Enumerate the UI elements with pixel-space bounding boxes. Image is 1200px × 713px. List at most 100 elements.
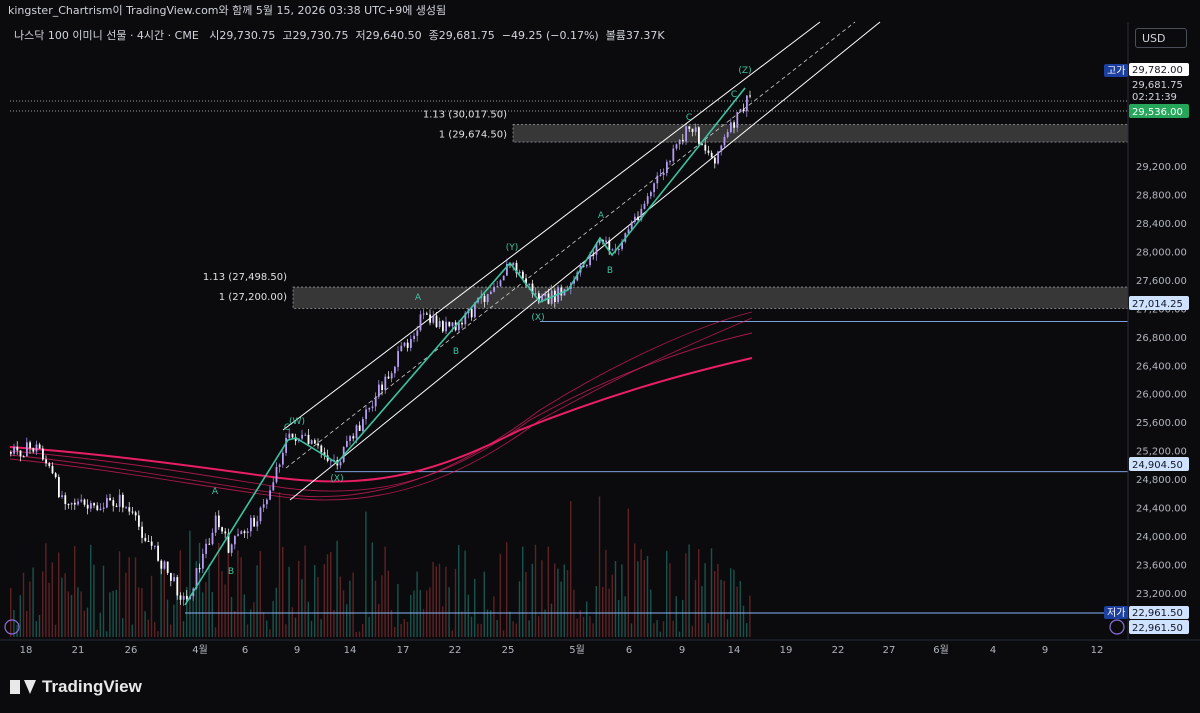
- candle-body: [147, 540, 150, 542]
- volume-bar: [742, 605, 745, 637]
- candle-body: [339, 462, 342, 466]
- candle-body: [179, 595, 182, 600]
- volume-bar: [707, 623, 709, 637]
- volume-bar: [86, 607, 89, 637]
- candle-body: [51, 465, 54, 474]
- volume-bar: [614, 561, 617, 637]
- volume-bar: [666, 550, 668, 637]
- volume-bar: [106, 631, 108, 637]
- volume-bar: [317, 577, 319, 637]
- volume-bar: [80, 591, 82, 637]
- volume-bar: [662, 621, 665, 637]
- candle-body: [653, 183, 655, 193]
- candle-body: [528, 283, 531, 286]
- volume-bar: [698, 549, 700, 637]
- candle-body: [726, 132, 729, 138]
- volume-bar: [29, 581, 31, 637]
- y-axis-tick-label: 25,600.00: [1136, 418, 1187, 429]
- x-axis-tick-label: 6월: [933, 644, 949, 656]
- volume-bar: [653, 623, 655, 637]
- volume-bar: [275, 587, 277, 637]
- volume-bar: [218, 542, 220, 637]
- volume-bar: [294, 617, 297, 637]
- candle-body: [643, 203, 646, 209]
- volume-bar: [157, 631, 159, 637]
- volume-bar: [630, 623, 633, 637]
- candle-body: [74, 502, 76, 505]
- volume-bar: [384, 546, 386, 637]
- volume-bar: [32, 567, 34, 637]
- volume-bar: [278, 492, 281, 637]
- volume-bar: [214, 627, 217, 637]
- candle-body: [112, 500, 115, 506]
- candle-body: [714, 157, 716, 164]
- volume-bar: [557, 568, 559, 637]
- volume-bar: [621, 564, 623, 637]
- volume-bar: [618, 600, 620, 637]
- volume-bar: [90, 544, 92, 637]
- candle-body: [243, 531, 246, 534]
- volume-bar: [576, 618, 578, 637]
- volume-bar: [330, 552, 332, 637]
- candle-body: [166, 561, 169, 573]
- low-price-label-2: 22,961.50: [1132, 623, 1183, 634]
- volume-bar: [429, 587, 431, 637]
- volume-bar: [282, 546, 284, 637]
- candle-body: [435, 315, 438, 328]
- candle-body: [262, 504, 265, 508]
- candle-body: [650, 192, 652, 197]
- volume-bar: [438, 563, 441, 637]
- volume-bar: [502, 630, 505, 637]
- volume-bar: [563, 564, 565, 637]
- volume-bar: [534, 544, 537, 637]
- volume-bar: [301, 579, 303, 637]
- volume-bar: [547, 546, 549, 637]
- volume-bar: [688, 544, 690, 637]
- candle-body: [704, 144, 707, 151]
- candle-body: [214, 515, 217, 533]
- volume-bar: [19, 595, 21, 637]
- low-price-label: 22,961.50: [1132, 608, 1183, 619]
- volume-bar: [643, 560, 645, 637]
- price-chart[interactable]: 1.13 (30,017.50) 1 (29,674.50) 1.13 (27,49…: [0, 0, 1200, 668]
- volume-bar: [528, 620, 530, 637]
- candle-body: [426, 313, 428, 315]
- volume-bar: [746, 623, 748, 637]
- volume-bar: [387, 570, 389, 637]
- candle-body: [154, 545, 156, 547]
- volume-bar: [170, 624, 172, 637]
- wave-label: C: [731, 90, 737, 100]
- volume-bar: [685, 553, 687, 637]
- wave-label: (X): [330, 474, 343, 484]
- candle-body: [99, 508, 102, 511]
- wave-label: C: [686, 113, 692, 123]
- candle-body: [493, 287, 495, 292]
- volume-bar: [541, 560, 543, 637]
- y-axis-tick-label: 28,400.00: [1136, 219, 1187, 230]
- candle-body: [442, 321, 444, 332]
- volume-bar: [675, 596, 677, 637]
- candle-body: [698, 127, 700, 144]
- volume-bar: [550, 603, 553, 637]
- elliott-wave-line: [184, 87, 746, 606]
- candle-body: [224, 531, 227, 534]
- volume-bar: [560, 581, 562, 637]
- volume-bar: [493, 596, 495, 637]
- volume-bar: [310, 620, 313, 637]
- candle-body: [397, 351, 399, 367]
- volume-bar: [566, 570, 569, 637]
- candle-body: [656, 175, 659, 184]
- candle-body: [278, 464, 281, 467]
- candle-body: [346, 441, 348, 447]
- volume-bar: [416, 571, 418, 637]
- x-axis-tick-label: 9: [679, 645, 685, 656]
- candle-body: [438, 321, 441, 328]
- tradingview-brand[interactable]: TradingView: [10, 677, 142, 697]
- candle-body: [109, 498, 111, 501]
- volume-bar: [70, 594, 73, 637]
- candle-body: [317, 443, 319, 446]
- candle-body: [122, 494, 124, 508]
- volume-bar: [288, 566, 290, 637]
- footer: [0, 668, 1200, 713]
- volume-bar: [67, 591, 69, 637]
